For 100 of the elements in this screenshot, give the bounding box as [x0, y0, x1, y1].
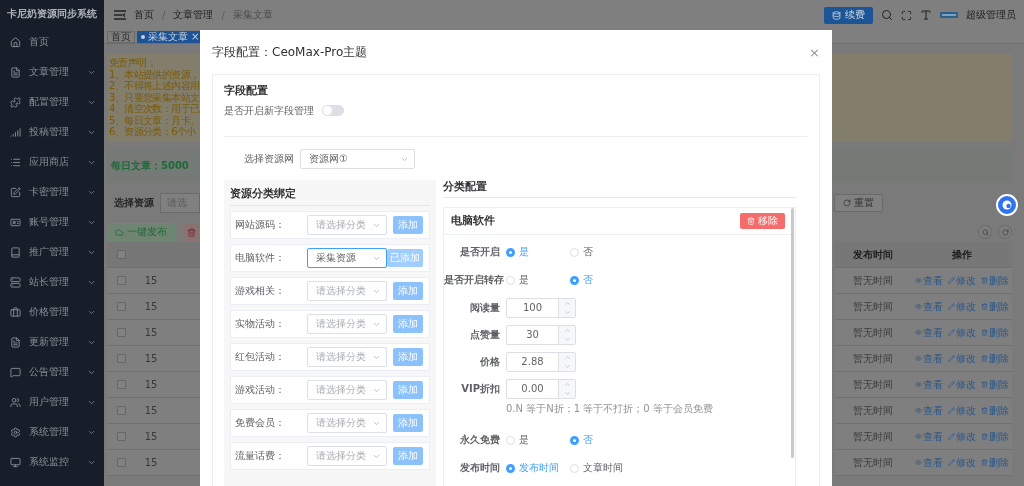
remove-button[interactable]: 移除	[740, 213, 785, 229]
row-action-link[interactable]: 查看	[914, 351, 943, 366]
sidebar-item[interactable]: 用户管理	[0, 387, 104, 417]
page-tab[interactable]: 采集文章 ×	[137, 30, 200, 43]
radio-option[interactable]: 发布时间	[506, 461, 564, 475]
radio-option[interactable]: 是	[506, 273, 564, 287]
sidebar-item[interactable]: 公告管理	[0, 357, 104, 387]
row-action-link[interactable]: 删除	[980, 351, 1009, 366]
row-action-link[interactable]: 删除	[980, 377, 1009, 392]
radio-option[interactable]: 是	[506, 245, 564, 259]
add-button[interactable]: 添加	[393, 348, 423, 366]
number-input[interactable]: 0.00	[506, 378, 576, 399]
sidebar-item[interactable]: 推广管理	[0, 237, 104, 267]
scrollbar[interactable]	[791, 208, 794, 458]
row-action-link[interactable]: 查看	[914, 377, 943, 392]
close-button[interactable]: ×	[809, 44, 820, 60]
category-select[interactable]: 请选择分类	[307, 314, 387, 334]
sidebar-item[interactable]: 卡密管理	[0, 177, 104, 207]
add-button[interactable]: 已添加	[387, 249, 423, 267]
number-input[interactable]: 2.88	[506, 351, 576, 372]
row-action-link[interactable]: 修改	[947, 299, 976, 314]
row-action-link[interactable]: 修改	[947, 325, 976, 340]
user-name[interactable]: 超级管理员	[966, 8, 1016, 22]
row-action-link[interactable]: 修改	[947, 403, 976, 418]
source-select[interactable]: 资源网①	[300, 149, 415, 169]
breadcrumb-item[interactable]: 首页	[134, 8, 154, 22]
sidebar-item[interactable]: 账号管理	[0, 207, 104, 237]
row-action-link[interactable]: 修改	[947, 273, 976, 288]
sidebar-item[interactable]: 站长管理	[0, 267, 104, 297]
checkbox[interactable]	[117, 302, 126, 311]
checkbox[interactable]	[117, 458, 126, 467]
add-button[interactable]: 添加	[393, 216, 423, 234]
toggle-switch[interactable]	[322, 105, 344, 116]
row-action-link[interactable]: 查看	[914, 455, 943, 470]
assistant-button[interactable]	[996, 194, 1018, 216]
row-action-link[interactable]: 删除	[980, 455, 1009, 470]
checkbox[interactable]	[117, 276, 126, 285]
sidebar-item[interactable]: 系统监控	[0, 447, 104, 477]
category-select[interactable]: 请选择分类	[307, 380, 387, 400]
decrement-icon[interactable]	[563, 308, 571, 316]
radio-option[interactable]: 否	[570, 245, 628, 259]
sidebar-item[interactable]: 价格管理	[0, 297, 104, 327]
category-select[interactable]: 请选择分类	[307, 215, 387, 235]
row-action-link[interactable]: 删除	[980, 429, 1009, 444]
category-select[interactable]: 请选择分类	[307, 446, 387, 466]
row-action-link[interactable]: 删除	[980, 325, 1009, 340]
breadcrumb-item[interactable]: 文章管理	[173, 8, 214, 22]
sidebar-item[interactable]: 首页	[0, 27, 104, 57]
radio-option[interactable]: 文章时间	[570, 461, 628, 475]
menu-icon[interactable]	[114, 10, 126, 20]
page-tab[interactable]: 首页	[107, 30, 135, 43]
font-size-icon[interactable]	[920, 9, 932, 21]
refresh-button[interactable]	[998, 225, 1012, 239]
sidebar-item[interactable]: 配置管理	[0, 87, 104, 117]
search-icon[interactable]	[881, 9, 893, 21]
checkbox[interactable]	[117, 432, 126, 441]
checkbox[interactable]	[117, 328, 126, 337]
sidebar-item[interactable]: 应用商店	[0, 147, 104, 177]
sidebar-item[interactable]: 系统管理	[0, 417, 104, 447]
sidebar-item[interactable]: 投稿管理	[0, 117, 104, 147]
add-button[interactable]: 添加	[393, 381, 423, 399]
row-action-link[interactable]: 查看	[914, 273, 943, 288]
checkbox[interactable]	[117, 406, 126, 415]
decrement-icon[interactable]	[563, 335, 571, 343]
add-button[interactable]: 添加	[393, 282, 423, 300]
row-action-link[interactable]: 删除	[980, 273, 1009, 288]
row-action-link[interactable]: 查看	[914, 325, 943, 340]
radio-option[interactable]: 是	[506, 433, 564, 447]
add-button[interactable]: 添加	[393, 414, 423, 432]
increment-icon[interactable]	[563, 353, 571, 361]
renew-button[interactable]: 续费	[824, 6, 873, 24]
reset-button[interactable]: 重置	[834, 194, 883, 212]
row-action-link[interactable]: 删除	[980, 299, 1009, 314]
checkbox[interactable]	[117, 354, 126, 363]
category-select[interactable]: 请选择分类	[307, 347, 387, 367]
delete-button[interactable]	[183, 223, 200, 241]
checkbox[interactable]	[117, 250, 126, 259]
row-action-link[interactable]: 删除	[980, 403, 1009, 418]
increment-icon[interactable]	[563, 299, 571, 307]
number-input[interactable]: 100	[506, 297, 576, 318]
radio-option[interactable]: 否	[570, 273, 628, 287]
row-action-link[interactable]: 查看	[914, 403, 943, 418]
row-action-link[interactable]: 查看	[914, 429, 943, 444]
row-action-link[interactable]: 修改	[947, 429, 976, 444]
decrement-icon[interactable]	[563, 389, 571, 397]
add-button[interactable]: 添加	[393, 447, 423, 465]
row-action-link[interactable]: 修改	[947, 455, 976, 470]
radio-option[interactable]: 否	[570, 433, 628, 447]
category-select[interactable]: 采集资源	[307, 248, 387, 268]
row-action-link[interactable]: 修改	[947, 377, 976, 392]
checkbox[interactable]	[117, 380, 126, 389]
sidebar-item[interactable]: 文章管理	[0, 57, 104, 87]
add-button[interactable]: 添加	[393, 315, 423, 333]
number-input[interactable]: 30	[506, 324, 576, 345]
sidebar-item[interactable]: 更新管理	[0, 327, 104, 357]
increment-icon[interactable]	[563, 380, 571, 388]
category-select[interactable]: 请选择分类	[307, 281, 387, 301]
fullscreen-icon[interactable]	[901, 9, 912, 21]
row-action-link[interactable]: 修改	[947, 351, 976, 366]
decrement-icon[interactable]	[563, 362, 571, 370]
